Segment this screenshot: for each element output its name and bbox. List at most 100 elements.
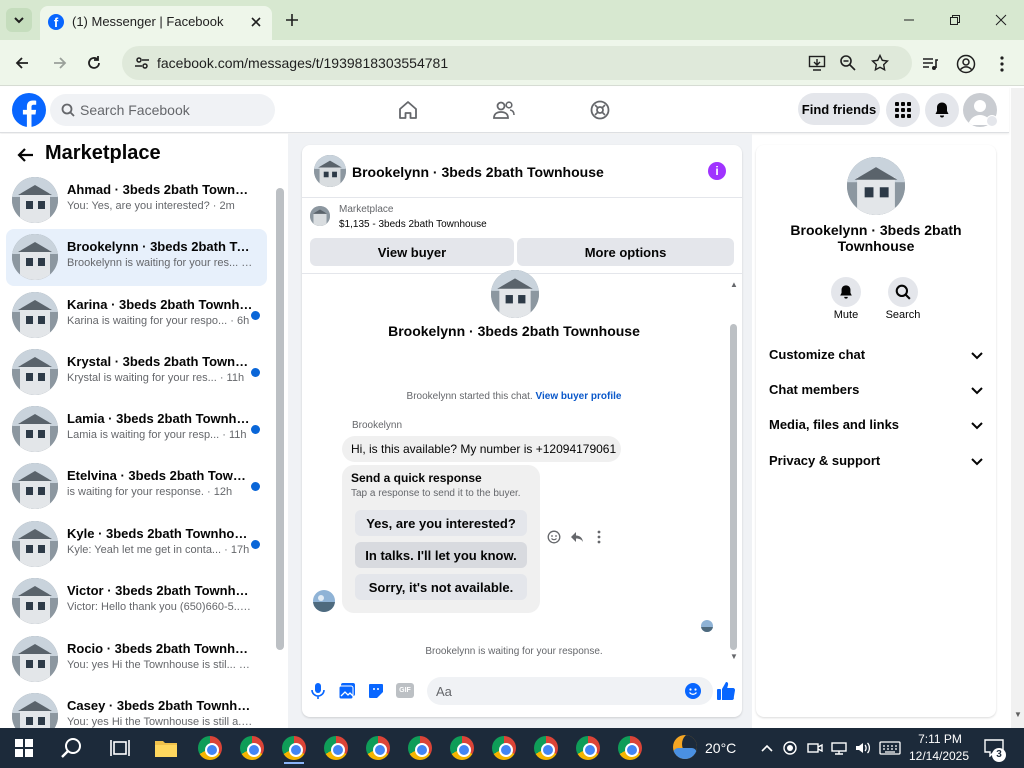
keyboard-icon[interactable] — [879, 740, 901, 756]
reload-button[interactable] — [82, 51, 106, 75]
record-icon[interactable] — [783, 741, 797, 755]
browser-tab[interactable]: f (1) Messenger | Facebook — [40, 6, 272, 40]
chat-header-title[interactable]: Brookelynn · 3beds 2bath Townhouse — [352, 164, 604, 180]
left-scrollbar[interactable] — [275, 174, 285, 714]
quick-response-yes[interactable]: Yes, are you interested? — [355, 510, 527, 536]
more-options-button[interactable]: More options — [517, 238, 734, 266]
chrome-window-button[interactable] — [488, 732, 520, 764]
chrome-window-button[interactable] — [278, 732, 310, 764]
chrome-window-button[interactable] — [530, 732, 562, 764]
listing-price[interactable]: $1,135 - 3beds 2bath Townhouse — [339, 219, 487, 230]
address-bar[interactable]: facebook.com/messages/t/1939818303554781 — [122, 46, 912, 80]
message-input[interactable]: Aa — [427, 677, 713, 705]
install-app-icon[interactable] — [808, 54, 826, 72]
task-view-button[interactable] — [104, 732, 136, 764]
page-scrollbar[interactable]: ▼ — [1011, 88, 1024, 728]
details-option[interactable]: Customize chat — [769, 347, 989, 367]
details-option[interactable]: Chat members — [769, 382, 989, 402]
chrome-window-button[interactable] — [404, 732, 436, 764]
back-arrow-button[interactable] — [14, 145, 36, 165]
temperature-text[interactable]: 20°C — [705, 740, 736, 756]
network-icon[interactable] — [831, 741, 847, 755]
chrome-window-button[interactable] — [362, 732, 394, 764]
scroll-up-icon[interactable]: ▲ — [730, 280, 738, 289]
emoji-icon[interactable] — [685, 683, 701, 699]
media-controls-icon[interactable] — [918, 52, 942, 76]
home-nav-button[interactable] — [388, 96, 428, 124]
zoom-icon[interactable] — [839, 54, 857, 72]
browser-menu-icon[interactable] — [990, 52, 1014, 76]
meet-now-icon[interactable] — [807, 741, 823, 755]
gif-icon[interactable]: GIF — [396, 683, 414, 698]
weather-icon[interactable] — [673, 735, 697, 759]
clock-time[interactable]: 7:11 PM — [908, 732, 972, 746]
new-tab-button[interactable] — [280, 8, 304, 32]
close-window-button[interactable] — [978, 0, 1024, 40]
mute-button[interactable] — [831, 277, 861, 307]
chrome-window-button[interactable] — [572, 732, 604, 764]
chrome-window-button[interactable] — [446, 732, 478, 764]
sender-avatar[interactable] — [313, 590, 335, 612]
chrome-window-button[interactable] — [320, 732, 352, 764]
quick-response-not-available[interactable]: Sorry, it's not available. — [355, 574, 527, 600]
search-taskbar-button[interactable] — [56, 732, 88, 764]
details-option[interactable]: Privacy & support — [769, 453, 989, 473]
conversation-item[interactable]: Victor · 3beds 2bath Townhouse Victor: He… — [6, 573, 267, 630]
listing-thumbnail[interactable] — [310, 206, 330, 226]
notifications-button[interactable] — [925, 93, 959, 127]
details-option[interactable]: Media, files and links — [769, 417, 989, 437]
scroll-down-icon[interactable]: ▼ — [730, 652, 738, 661]
chrome-window-button[interactable] — [236, 732, 268, 764]
chat-scrollbar[interactable]: ▲ ▼ — [729, 278, 739, 662]
menu-grid-button[interactable] — [886, 93, 920, 127]
conversation-item[interactable]: Ahmad · 3beds 2bath Townhouse You: Yes, a… — [6, 172, 267, 229]
conversation-item[interactable]: Lamia · 3beds 2bath Townhouse Lamia is wa… — [6, 401, 267, 458]
minimize-button[interactable] — [886, 0, 932, 40]
photo-icon[interactable] — [338, 682, 356, 700]
sticker-icon[interactable] — [367, 682, 385, 700]
react-emoji-icon[interactable] — [547, 530, 561, 544]
conversation-item[interactable]: Etelvina · 3beds 2bath Townh... is waitin… — [6, 458, 267, 515]
maximize-button[interactable] — [932, 0, 978, 40]
facebook-logo-icon[interactable] — [12, 93, 46, 127]
clock-date[interactable]: 12/14/2025 — [904, 749, 974, 763]
search-facebook-input[interactable]: Search Facebook — [50, 94, 275, 126]
file-explorer-button[interactable] — [150, 732, 182, 764]
view-buyer-profile-link[interactable]: View buyer profile — [536, 391, 622, 402]
tab-search-button[interactable] — [6, 8, 32, 32]
conversation-item[interactable]: Kyle · 3beds 2bath Townhouse Kyle: Yeah l… — [6, 516, 267, 573]
profile-icon[interactable] — [954, 52, 978, 76]
account-chevron-icon[interactable] — [986, 115, 998, 127]
chat-scrollbar-thumb[interactable] — [730, 324, 737, 650]
conversation-item[interactable]: Rocio · 3beds 2bath Townhou... You: yes H… — [6, 631, 267, 688]
conversation-item[interactable]: Karina · 3beds 2bath Townho... Karina is … — [6, 287, 267, 344]
microphone-icon[interactable] — [310, 682, 326, 700]
details-avatar[interactable] — [847, 157, 905, 215]
gaming-nav-button[interactable] — [580, 96, 620, 124]
friends-nav-button[interactable] — [484, 96, 524, 124]
back-button[interactable] — [10, 51, 34, 75]
left-scrollbar-thumb[interactable] — [276, 188, 284, 650]
find-friends-button[interactable]: Find friends — [798, 93, 880, 125]
chat-header-avatar[interactable] — [314, 155, 346, 187]
info-icon[interactable]: i — [708, 162, 726, 180]
quick-response-in-talks[interactable]: In talks. I'll let you know. — [355, 542, 527, 568]
volume-icon[interactable] — [855, 741, 871, 755]
site-info-icon[interactable] — [134, 55, 150, 71]
reply-icon[interactable] — [570, 530, 584, 544]
search-conversation-button[interactable] — [888, 277, 918, 307]
like-thumb-icon[interactable] — [716, 681, 736, 701]
tray-chevron-up-icon[interactable] — [760, 741, 774, 755]
conversation-item[interactable]: Brookelynn · 3beds 2bath Town... Brookely… — [6, 229, 267, 286]
bookmark-star-icon[interactable] — [871, 54, 889, 72]
more-actions-icon[interactable] — [597, 530, 601, 544]
view-buyer-button[interactable]: View buyer — [310, 238, 514, 266]
start-button[interactable] — [8, 732, 40, 764]
forward-button[interactable] — [48, 51, 72, 75]
chrome-window-button[interactable] — [194, 732, 226, 764]
conversation-item[interactable]: Krystal · 3beds 2bath Townho... Krystal i… — [6, 344, 267, 401]
tab-close-icon[interactable] — [246, 12, 266, 32]
chrome-window-button[interactable] — [614, 732, 646, 764]
profile-avatar[interactable] — [491, 270, 539, 318]
message-bubble[interactable]: Hi, is this available? My number is +120… — [342, 436, 621, 462]
